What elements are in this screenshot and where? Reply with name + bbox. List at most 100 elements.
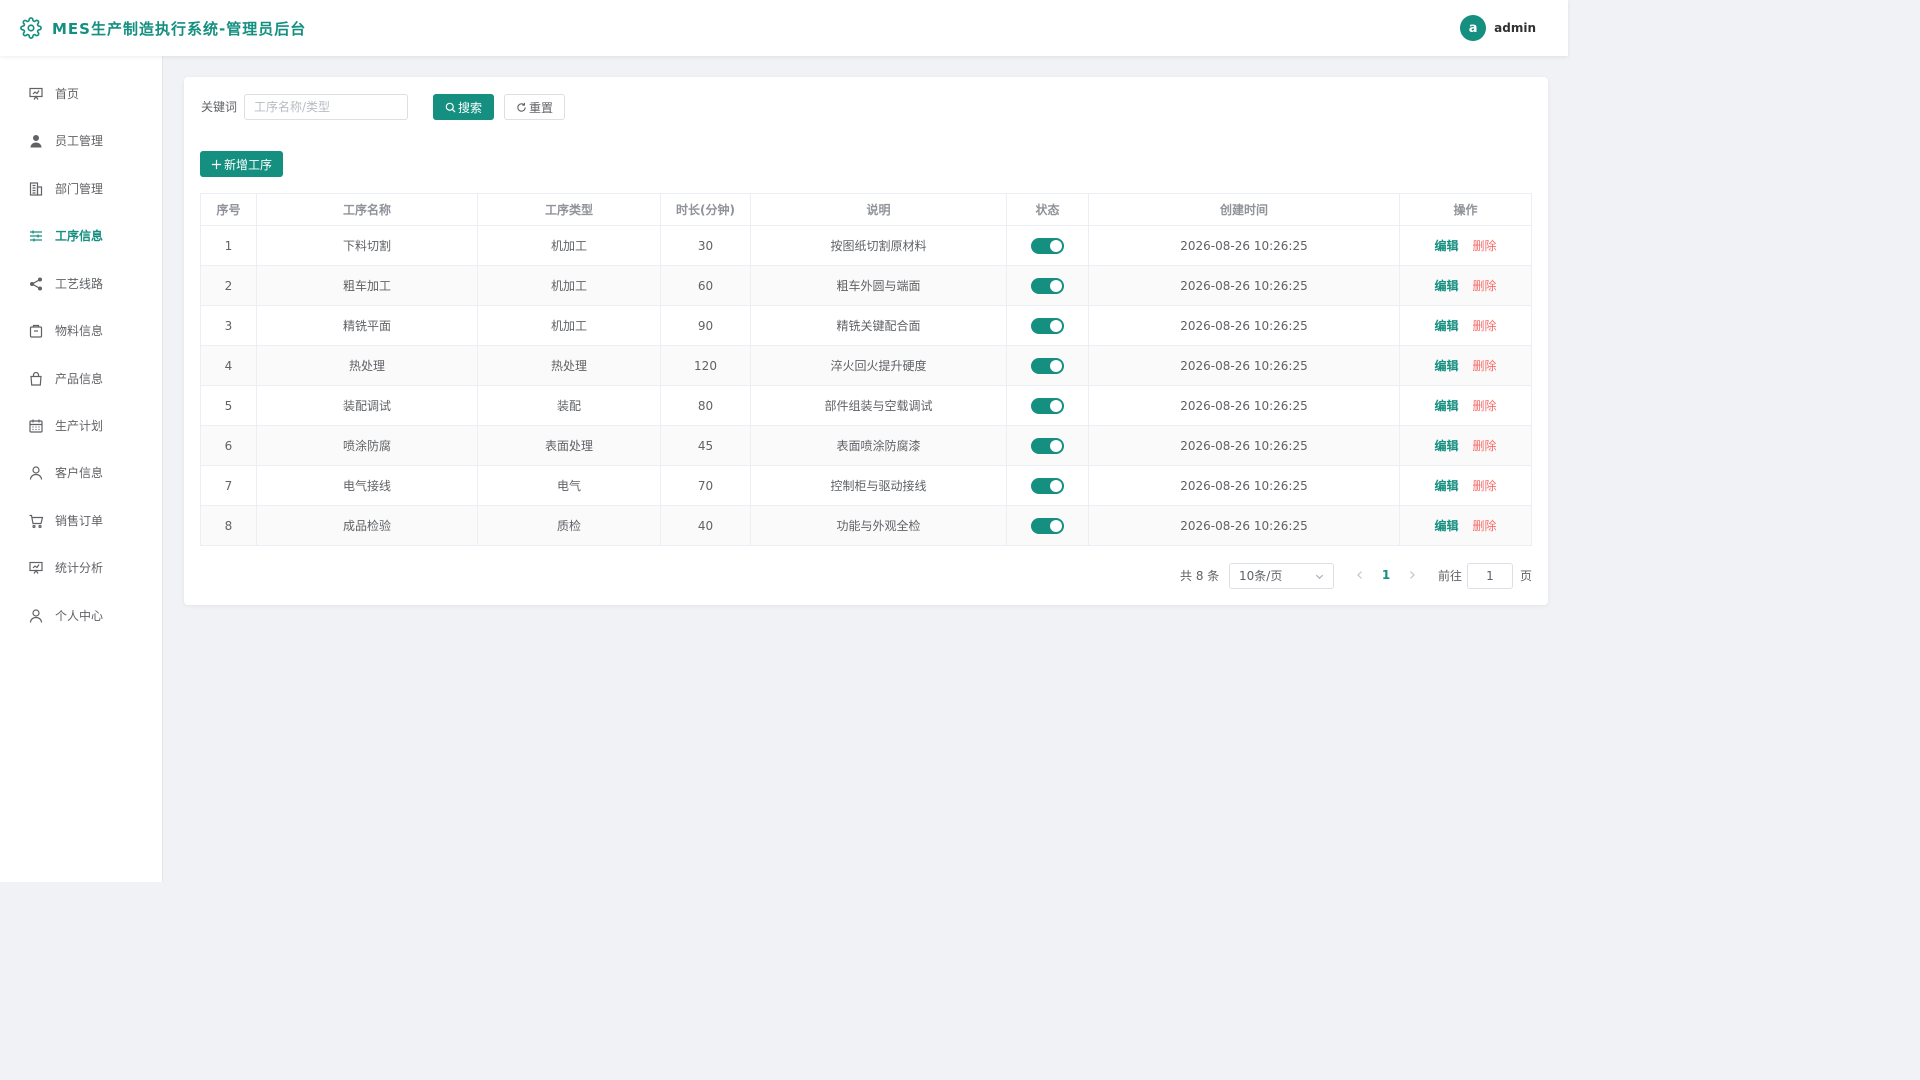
share-icon: [30, 277, 42, 291]
sidebar-item-statistics[interactable]: 统计分析: [0, 548, 162, 588]
sidebar-item-label: 部门管理: [55, 182, 104, 196]
cell-status: [1006, 265, 1089, 306]
avatar[interactable]: a: [1460, 15, 1487, 41]
status-toggle[interactable]: [1031, 477, 1064, 494]
sidebar-item-profile[interactable]: 个人中心: [0, 596, 162, 636]
cell-description: 按图纸切割原材料: [750, 225, 1007, 266]
sidebar-item-departments[interactable]: 部门管理: [0, 169, 162, 209]
cell-type: 电气: [477, 465, 661, 506]
page-size-value: 10条/页: [1239, 569, 1283, 583]
goto-page-input[interactable]: [1467, 563, 1513, 589]
process-table: 序号 工序名称 工序类型 时长(分钟) 说明 状态 创建时间 操作 1 下料切割…: [200, 193, 1532, 546]
edit-button[interactable]: 编辑: [1434, 239, 1458, 253]
delete-button[interactable]: 删除: [1473, 439, 1497, 453]
delete-button[interactable]: 删除: [1473, 319, 1497, 333]
app-title: MES生产制造执行系统-管理员后台: [52, 19, 307, 38]
delete-button[interactable]: 删除: [1473, 359, 1497, 373]
sidebar-item-label: 生产计划: [55, 419, 104, 433]
add-process-button[interactable]: 新增工序: [200, 151, 283, 177]
delete-button[interactable]: 删除: [1473, 399, 1497, 413]
sidebar-item-production-plan[interactable]: 生产计划: [0, 406, 162, 446]
username[interactable]: admin: [1494, 21, 1536, 35]
cell-created: 2026-08-26 10:26:25: [1088, 505, 1400, 546]
sidebar-item-label: 统计分析: [55, 561, 104, 575]
user-menu[interactable]: a admin: [1460, 15, 1536, 41]
reset-button[interactable]: 重置: [504, 94, 565, 120]
delete-button[interactable]: 删除: [1473, 239, 1497, 253]
cell-actions: 编辑 删除: [1399, 505, 1532, 546]
sidebar-item-products[interactable]: 产品信息: [0, 359, 162, 399]
cell-actions: 编辑 删除: [1399, 305, 1532, 346]
page-size-select[interactable]: 10条/页: [1229, 563, 1334, 589]
status-toggle[interactable]: [1031, 517, 1064, 534]
status-toggle[interactable]: [1031, 277, 1064, 294]
status-toggle[interactable]: [1031, 437, 1064, 454]
edit-button[interactable]: 编辑: [1434, 319, 1458, 333]
status-toggle[interactable]: [1031, 357, 1064, 374]
sliders-icon: [30, 230, 42, 242]
pagination-total: 共 8 条: [1180, 569, 1220, 583]
search-input[interactable]: [244, 94, 408, 120]
edit-button[interactable]: 编辑: [1434, 519, 1458, 533]
cell-description: 粗车外圆与端面: [750, 265, 1007, 306]
column-header-actions: 操作: [1399, 193, 1532, 226]
prev-page-button[interactable]: [1354, 567, 1366, 583]
cell-description: 淬火回火提升硬度: [750, 345, 1007, 386]
top-header: MES生产制造执行系统-管理员后台 a admin: [0, 0, 1568, 56]
edit-button[interactable]: 编辑: [1434, 279, 1458, 293]
sidebar-item-employees[interactable]: 员工管理: [0, 121, 162, 161]
edit-button[interactable]: 编辑: [1434, 399, 1458, 413]
sidebar-item-materials[interactable]: 物料信息: [0, 311, 162, 351]
cell-duration: 80: [660, 385, 751, 426]
cell-actions: 编辑 删除: [1399, 425, 1532, 466]
reset-button-label: 重置: [528, 100, 553, 115]
status-toggle[interactable]: [1031, 237, 1064, 254]
sidebar-item-customers[interactable]: 客户信息: [0, 453, 162, 493]
chart-board-icon: [29, 87, 43, 100]
cell-created: 2026-08-26 10:26:25: [1088, 305, 1400, 346]
goto-label: 前往: [1438, 569, 1463, 583]
column-header-status: 状态: [1006, 193, 1089, 226]
user-icon: [29, 609, 43, 623]
cell-description: 表面喷涂防腐漆: [750, 425, 1007, 466]
cell-created: 2026-08-26 10:26:25: [1088, 385, 1400, 426]
delete-button[interactable]: 删除: [1473, 279, 1497, 293]
sidebar: 首页 员工管理 部门管理 工序信息 工艺线路 物料信息 产品信息 生产计划 客户…: [0, 56, 163, 882]
sidebar-item-label: 产品信息: [55, 372, 104, 386]
next-page-button[interactable]: [1406, 567, 1418, 583]
shopping-bag-icon: [30, 371, 42, 386]
delete-button[interactable]: 删除: [1473, 519, 1497, 533]
sidebar-item-process-info[interactable]: 工序信息: [0, 216, 162, 256]
sidebar-item-sales-orders[interactable]: 销售订单: [0, 501, 162, 541]
brand: MES生产制造执行系统-管理员后台: [20, 16, 306, 40]
cell-status: [1006, 385, 1089, 426]
cell-created: 2026-08-26 10:26:25: [1088, 265, 1400, 306]
plus-icon: [211, 159, 222, 169]
delete-button[interactable]: 删除: [1473, 479, 1497, 493]
edit-button[interactable]: 编辑: [1434, 359, 1458, 373]
cell-no: 4: [200, 345, 257, 386]
page-number-current[interactable]: 1: [1380, 567, 1392, 583]
status-toggle[interactable]: [1031, 317, 1064, 334]
edit-button[interactable]: 编辑: [1434, 439, 1458, 453]
cell-no: 3: [200, 305, 257, 346]
sidebar-item-process-route[interactable]: 工艺线路: [0, 264, 162, 304]
cell-duration: 70: [660, 465, 751, 506]
status-toggle[interactable]: [1031, 397, 1064, 414]
keyword-label: 关键词: [201, 100, 238, 114]
add-button-label: 新增工序: [223, 157, 272, 172]
sidebar-item-label: 工序信息: [55, 229, 104, 243]
cell-name: 下料切割: [256, 225, 478, 266]
cell-name: 精铣平面: [256, 305, 478, 346]
table-row: 1 下料切割 机加工 30 按图纸切割原材料 2026-08-26 10:26:…: [200, 225, 1532, 266]
sidebar-item-label: 物料信息: [55, 324, 104, 338]
cell-status: [1006, 345, 1089, 386]
sidebar-item-home[interactable]: 首页: [0, 74, 162, 114]
column-header-duration: 时长(分钟): [660, 193, 751, 226]
cell-name: 装配调试: [256, 385, 478, 426]
cell-name: 成品检验: [256, 505, 478, 546]
sidebar-item-label: 个人中心: [55, 609, 104, 623]
search-button[interactable]: 搜索: [433, 94, 494, 120]
edit-button[interactable]: 编辑: [1434, 479, 1458, 493]
sidebar-item-label: 销售订单: [55, 514, 104, 528]
